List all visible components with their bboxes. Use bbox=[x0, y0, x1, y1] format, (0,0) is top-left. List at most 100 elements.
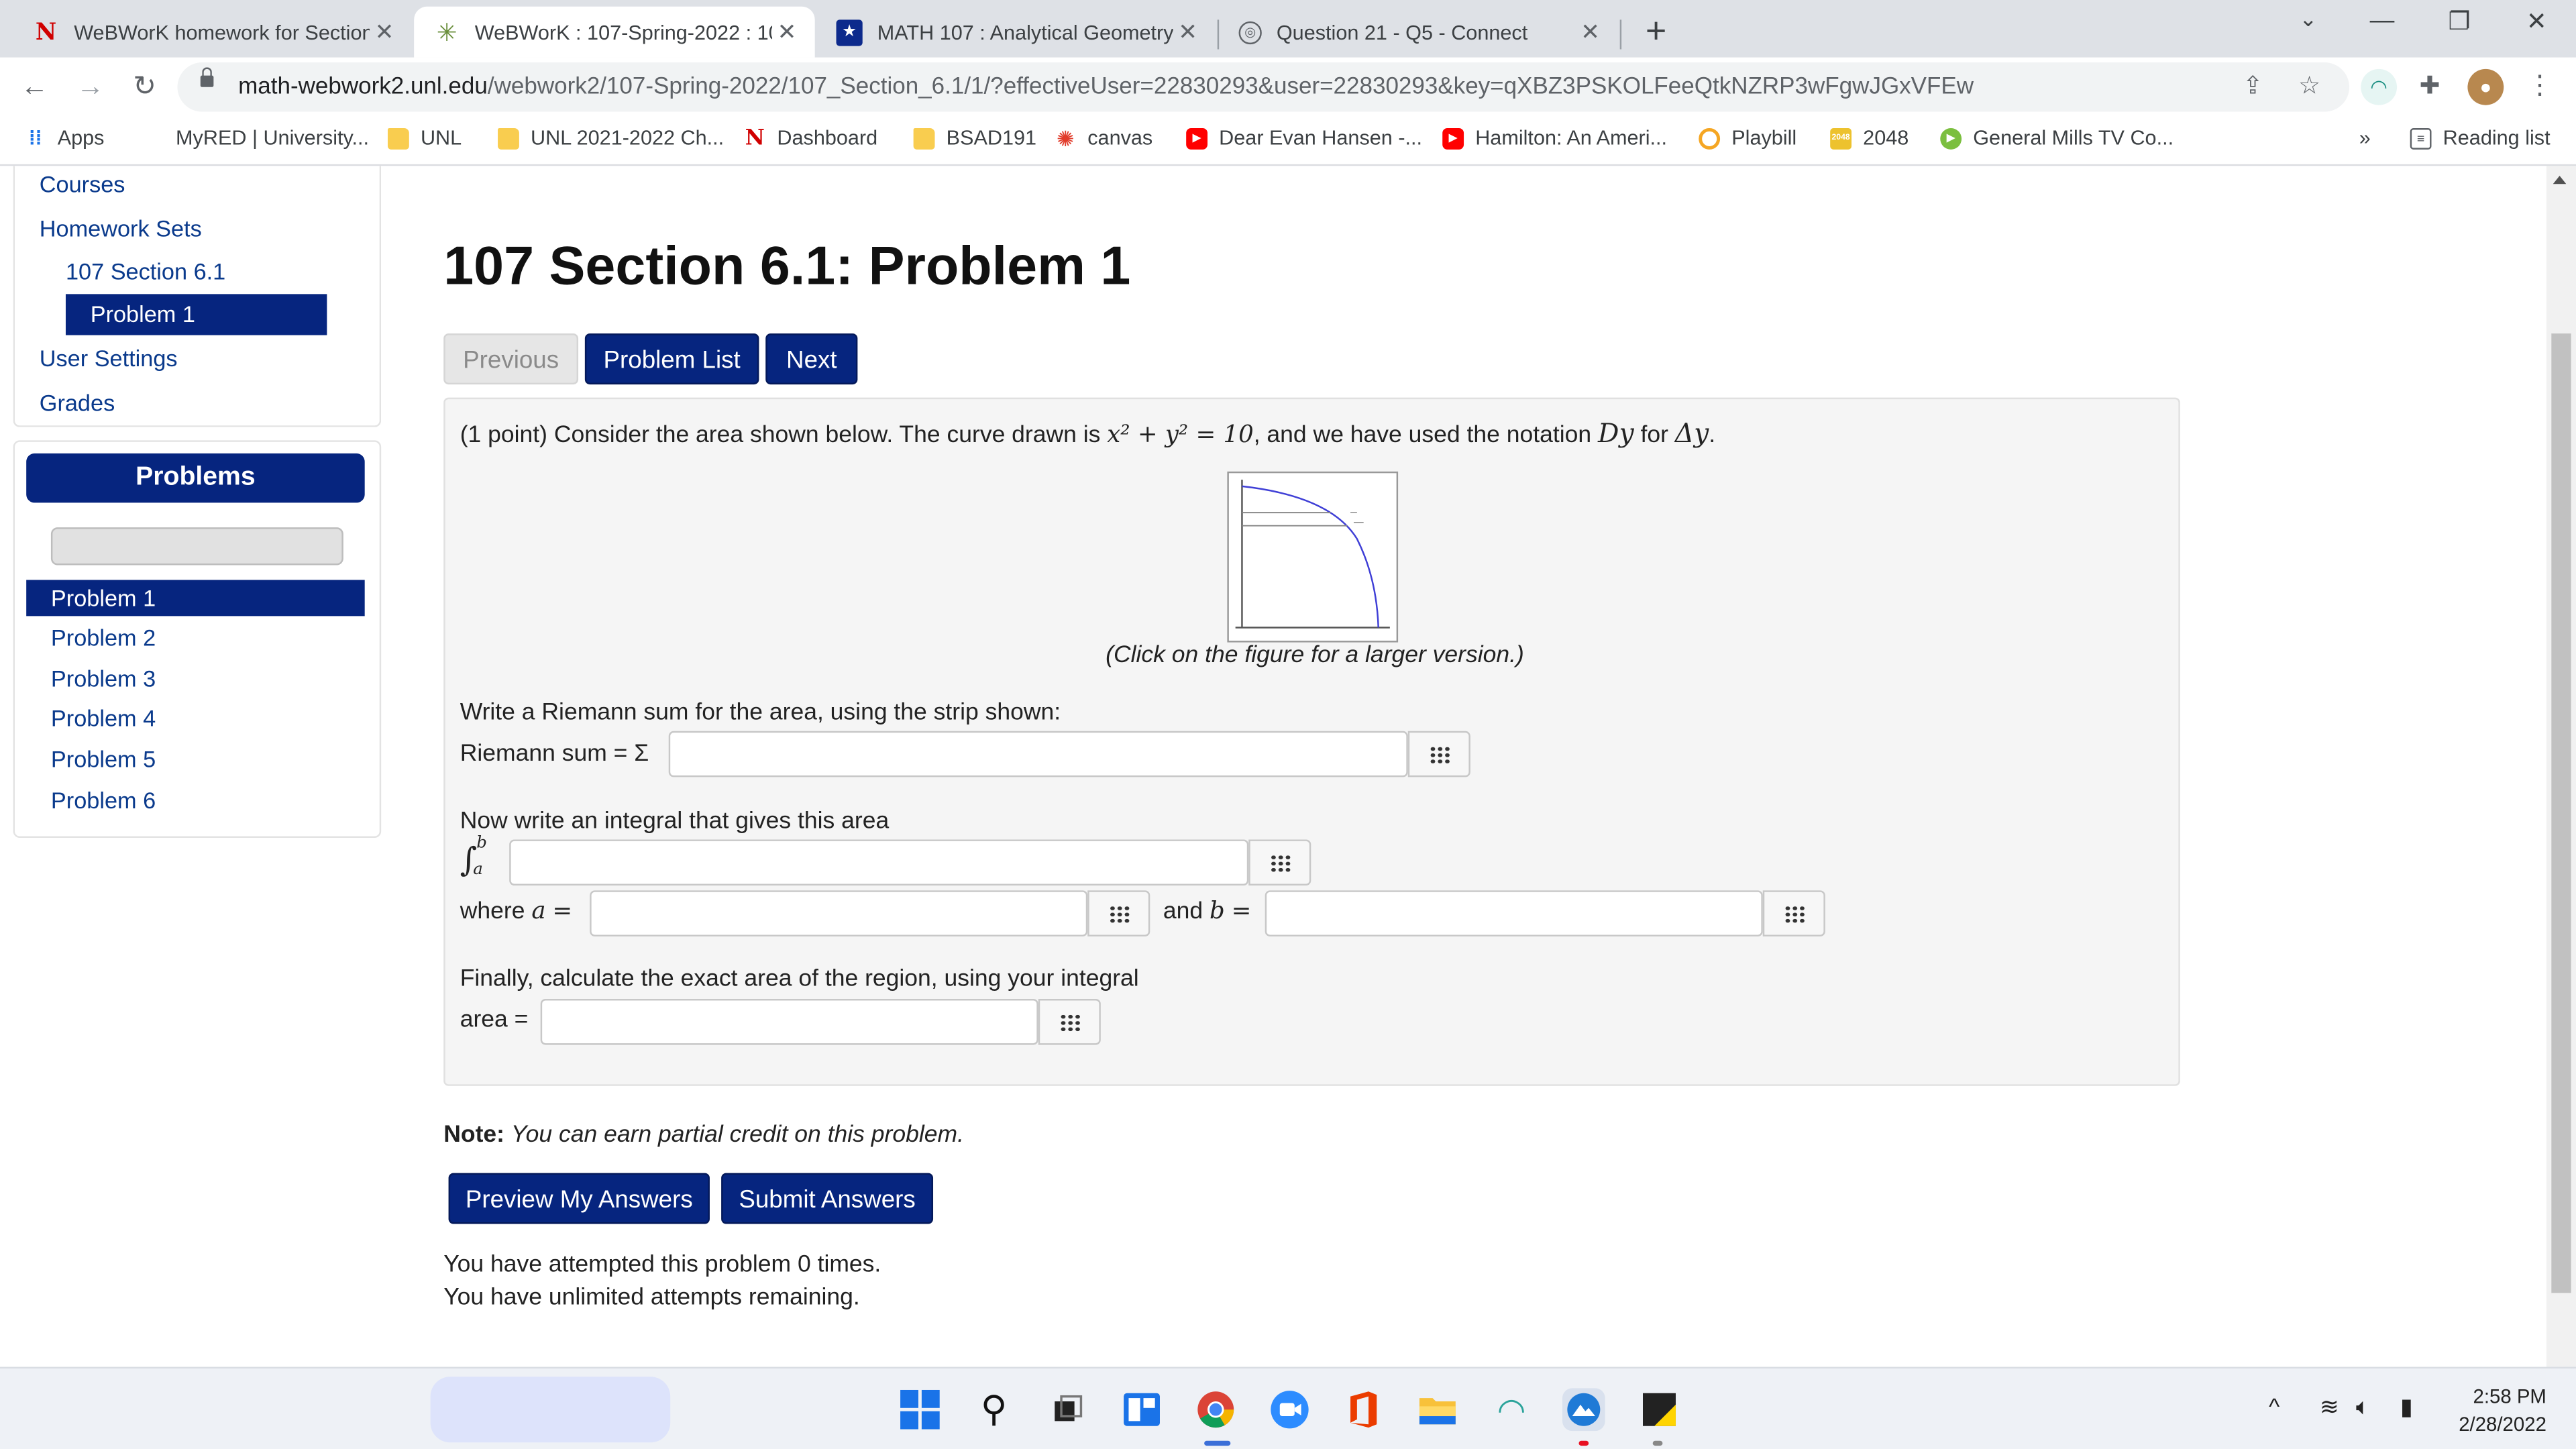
figure-caption: (Click on the figure for a larger versio… bbox=[1106, 642, 1524, 669]
sidebar-item-courses[interactable]: Courses bbox=[40, 171, 125, 197]
new-tab-button[interactable]: + bbox=[1636, 10, 1676, 53]
show-hidden-icons-chevron-icon[interactable]: ^ bbox=[2269, 1393, 2279, 1419]
and-text: and bbox=[1163, 898, 1203, 925]
zoom-icon[interactable] bbox=[1269, 1388, 1311, 1431]
office-icon[interactable] bbox=[1342, 1388, 1385, 1431]
share-icon[interactable]: ⇪ bbox=[2243, 70, 2263, 101]
tab-connect[interactable]: ◎ Question 21 - Q5 - Connect ✕ bbox=[1219, 7, 1618, 58]
menu-dots-icon[interactable]: ⋮ bbox=[2522, 69, 2558, 105]
sidebar-item-homework-sets[interactable]: Homework Sets bbox=[40, 215, 202, 241]
2048-icon: 2048 bbox=[1830, 127, 1852, 149]
taskbar-clock[interactable]: 2:58 PM 2/28/2022 bbox=[2448, 1383, 2546, 1439]
folder-icon bbox=[387, 127, 409, 149]
file-explorer-icon[interactable] bbox=[1416, 1388, 1459, 1431]
bookmark-dear-evan-hansen[interactable]: ▶ Dear Evan Hansen -... bbox=[1186, 127, 1422, 150]
bookmark-unl-calendar[interactable]: UNL 2021-2022 Ch... bbox=[498, 127, 724, 150]
riemann-equation-editor-button[interactable] bbox=[1407, 731, 1470, 777]
scroll-up-arrow-icon[interactable] bbox=[2553, 176, 2567, 184]
area-input[interactable] bbox=[540, 998, 1038, 1045]
tab-math107[interactable]: ★ MATH 107 : Analytical Geometry ✕ bbox=[816, 7, 1216, 58]
problems-heading: Problems bbox=[26, 453, 365, 503]
address-bar[interactable]: math-webwork2.unl.edu/webwork2/107-Sprin… bbox=[177, 62, 2350, 112]
wifi-icon[interactable]: ≋ bbox=[2320, 1393, 2339, 1421]
puzzle-icon[interactable]: ✚ bbox=[2412, 69, 2448, 105]
widgets-icon[interactable] bbox=[1120, 1388, 1163, 1431]
close-icon[interactable]: ✕ bbox=[1173, 18, 1203, 46]
browser-toolbar: ← → ↻ math-webwork2.unl.edu/webwork2/107… bbox=[0, 57, 2576, 117]
tab-webwork-homework[interactable]: N WeBWorK homework for Section ✕ bbox=[13, 7, 413, 58]
integral-input[interactable] bbox=[509, 839, 1249, 886]
reading-list[interactable]: ≡ Reading list bbox=[2410, 127, 2551, 150]
preview-answers-button[interactable]: Preview My Answers bbox=[448, 1173, 710, 1224]
restore-icon[interactable]: ❐ bbox=[2434, 7, 2483, 36]
bookmark-myred[interactable]: MyRED | University... bbox=[176, 127, 369, 150]
tab-webwork-problem[interactable]: ✳ WeBWorK : 107-Spring-2022 : 10 ✕ bbox=[414, 6, 815, 58]
search-icon[interactable]: ⚲ bbox=[973, 1388, 1016, 1431]
problem-link-3[interactable]: Problem 3 bbox=[26, 660, 364, 696]
task-view-icon[interactable] bbox=[1046, 1388, 1089, 1431]
riemann-sum-input[interactable] bbox=[668, 731, 1408, 777]
a-equation-editor-button[interactable] bbox=[1087, 890, 1150, 936]
windows-start-icon[interactable] bbox=[899, 1388, 942, 1431]
tab-search-icon[interactable]: ⌄ bbox=[2284, 7, 2332, 33]
lower-limit-a-input[interactable] bbox=[590, 890, 1088, 936]
scrollbar-thumb[interactable] bbox=[2551, 333, 2571, 1293]
problem-link-6[interactable]: Problem 6 bbox=[26, 782, 364, 818]
sidebar-item-user-settings[interactable]: User Settings bbox=[40, 345, 178, 371]
overflow-chevron-icon: » bbox=[2359, 126, 2371, 150]
battery-icon[interactable]: ▮ bbox=[2400, 1393, 2413, 1421]
upper-limit-b-input[interactable] bbox=[1265, 890, 1763, 936]
bookmark-label: canvas bbox=[1087, 126, 1153, 150]
page-scrollbar[interactable] bbox=[2546, 166, 2576, 1367]
chrome-icon[interactable] bbox=[1194, 1388, 1237, 1431]
submit-answers-button[interactable]: Submit Answers bbox=[721, 1173, 934, 1224]
back-arrow-icon[interactable]: ← bbox=[15, 67, 54, 107]
bookmark-star-icon[interactable]: ☆ bbox=[2298, 70, 2320, 101]
close-window-icon[interactable]: ✕ bbox=[2512, 7, 2561, 36]
next-button[interactable]: Next bbox=[765, 333, 858, 385]
minimize-icon[interactable]: — bbox=[2357, 7, 2406, 35]
bookmark-label: BSAD191 bbox=[946, 126, 1037, 150]
extension-icon[interactable]: ◠ bbox=[2361, 68, 2398, 105]
bookmark-general-mills[interactable]: ▶ General Mills TV Co... bbox=[1940, 127, 2174, 150]
sidebar-item-grades[interactable]: Grades bbox=[40, 389, 115, 415]
bookmark-hamilton[interactable]: ▶ Hamilton: An Ameri... bbox=[1442, 127, 1667, 150]
problem-link-4[interactable]: Problem 4 bbox=[26, 700, 364, 736]
bookmarks-overflow[interactable]: » bbox=[2359, 127, 2371, 150]
close-icon[interactable]: ✕ bbox=[1576, 18, 1605, 46]
vpn-app-icon[interactable]: ◠ bbox=[1490, 1388, 1533, 1431]
integral-sign: ∫ b a bbox=[460, 835, 500, 885]
problem-link-2[interactable]: Problem 2 bbox=[26, 619, 364, 655]
sticky-notes-icon[interactable] bbox=[1638, 1388, 1681, 1431]
tab-title: WeBWorK homework for Section bbox=[74, 20, 370, 44]
reload-icon[interactable]: ↻ bbox=[125, 67, 164, 107]
area-figure[interactable] bbox=[1227, 471, 1399, 643]
bookmark-label: UNL 2021-2022 Ch... bbox=[531, 126, 724, 150]
close-icon[interactable]: ✕ bbox=[370, 18, 399, 46]
problem-link-5[interactable]: Problem 5 bbox=[26, 741, 364, 777]
bookmark-dashboard[interactable]: N Dashboard bbox=[744, 127, 877, 150]
mountain-app-icon[interactable] bbox=[1562, 1388, 1605, 1432]
bookmark-apps[interactable]: ⁞⁞ Apps bbox=[25, 127, 105, 150]
problem-list-button[interactable]: Problem List bbox=[584, 333, 759, 385]
problem-link-1[interactable]: Problem 1 bbox=[26, 580, 365, 616]
volume-icon[interactable]: 🔈︎ bbox=[2356, 1393, 2370, 1421]
remaining-attempts-text: You have unlimited attempts remaining. bbox=[443, 1285, 860, 1311]
b-equation-editor-button[interactable] bbox=[1762, 890, 1825, 936]
task-view-glyph bbox=[1055, 1395, 1083, 1421]
bookmark-canvas[interactable]: ✺ canvas bbox=[1055, 127, 1152, 150]
forward-arrow-icon[interactable]: → bbox=[70, 67, 110, 107]
equals-sign: = bbox=[552, 898, 573, 925]
bookmark-2048[interactable]: 2048 2048 bbox=[1830, 127, 1909, 150]
bookmark-unl[interactable]: UNL bbox=[387, 127, 462, 150]
sidebar-item-section[interactable]: 107 Section 6.1 bbox=[66, 258, 225, 284]
bookmark-playbill[interactable]: Playbill bbox=[1699, 127, 1796, 150]
area-equation-editor-button[interactable] bbox=[1038, 998, 1101, 1045]
bookmark-bsad191[interactable]: BSAD191 bbox=[913, 126, 1037, 150]
close-icon[interactable]: ✕ bbox=[772, 18, 802, 46]
avatar[interactable]: ● bbox=[2467, 68, 2504, 105]
sidebar-item-problem[interactable]: Problem 1 bbox=[65, 294, 327, 335]
previous-button[interactable]: Previous bbox=[443, 333, 579, 385]
clock-time: 2:58 PM bbox=[2473, 1385, 2546, 1408]
integral-equation-editor-button[interactable] bbox=[1248, 839, 1311, 886]
